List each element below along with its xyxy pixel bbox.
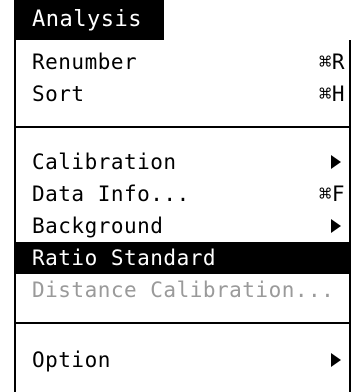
menu-item-sort[interactable]: Sort ⌘H (16, 78, 349, 110)
menu-item-label: Calibration (32, 150, 177, 174)
shortcut-label: ⌘F (318, 182, 345, 206)
analysis-dropdown-menu: Renumber ⌘R Sort ⌘H Calibration Data Inf… (14, 40, 351, 392)
shortcut-label: ⌘H (318, 82, 345, 106)
menu-item-label: Option (32, 348, 111, 372)
menu-item-renumber[interactable]: Renumber ⌘R (16, 46, 349, 78)
menu-item-calibration[interactable]: Calibration (16, 146, 349, 178)
menu-item-background[interactable]: Background (16, 210, 349, 242)
submenu-arrow-icon (331, 155, 341, 169)
menu-item-label: Renumber (32, 50, 138, 74)
menu-item-label: Background (32, 214, 164, 238)
shortcut-label: ⌘R (318, 50, 345, 74)
submenu-arrow-icon (331, 353, 341, 367)
menu-item-label: Sort (32, 82, 85, 106)
menu-separator (16, 322, 349, 324)
menu-item-distance-calibration: Distance Calibration... (16, 274, 349, 306)
submenu-arrow-icon (331, 219, 341, 233)
menu-item-data-info[interactable]: Data Info... ⌘F (16, 178, 349, 210)
analysis-menu-title[interactable]: Analysis (14, 0, 164, 40)
menu-item-label: Distance Calibration... (32, 278, 335, 302)
menu-item-label: Data Info... (32, 182, 190, 206)
menu-item-option[interactable]: Option (16, 344, 349, 376)
menu-item-ratio-standard[interactable]: Ratio Standard (16, 242, 349, 274)
menu-item-label: Ratio Standard (32, 246, 217, 270)
menu-separator (16, 126, 349, 128)
